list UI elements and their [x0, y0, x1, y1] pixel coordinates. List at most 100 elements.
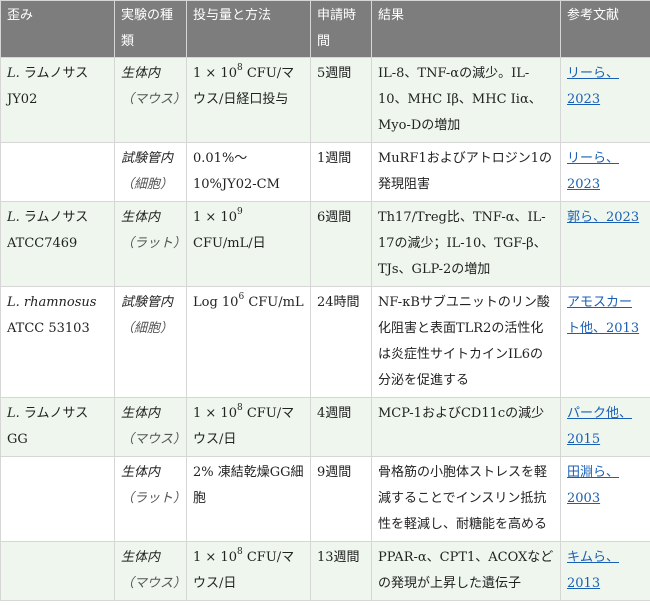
dose-cell: 1 × 109 CFU/mL/日 [186, 201, 311, 287]
duration-cell: 1週間 [310, 142, 372, 202]
result-cell: 骨格筋の小胞体ストレスを軽減することでインスリン抵抗性を軽減し、耐糖能を高める [371, 456, 561, 542]
dose-exponent: 6 [238, 291, 245, 302]
reference-link[interactable]: キムら、2013 [567, 550, 619, 591]
dose-base: 1 × 10 [193, 66, 237, 81]
result-cell: PPAR-α、CPT1、ACOXなどの発現が上昇した遺伝子 [371, 541, 561, 601]
experiment-type: 生体内 [121, 210, 161, 225]
strain-genus: L. [7, 406, 20, 421]
dose-exponent: 9 [236, 206, 243, 217]
strain-cell: L. rhamnosus ATCC 53103 [0, 286, 115, 398]
dose-base: 2% 凍結乾燥GG細胞 [193, 465, 304, 506]
duration-cell: 24時間 [310, 286, 372, 398]
result-cell: NF-κBサブユニットのリン酸化阻害と表面TLR2の活性化は炎症性サイトカインI… [371, 286, 561, 398]
reference-link[interactable]: アモスカート他、2013 [567, 295, 639, 336]
experiment-subject: （細胞） [121, 177, 174, 192]
experiment-type-cell: 生体内 （マウス） [114, 397, 187, 457]
dose-cell: Log 106 CFU/mL [186, 286, 311, 398]
dose-cell: 0.01%～10%JY02-CM [186, 142, 311, 202]
strain-cell [0, 456, 115, 542]
duration-cell: 6週間 [310, 201, 372, 287]
table-row: 試験管内 （細胞） 0.01%～10%JY02-CM 1週間 MuRF1およびアト… [0, 142, 650, 202]
strain-genus: L. [7, 66, 20, 81]
experiment-subject: （細胞） [121, 321, 174, 336]
reference-link[interactable]: 田淵ら、2003 [567, 465, 619, 506]
duration-cell: 4週間 [310, 397, 372, 457]
dose-exponent: 8 [236, 402, 243, 413]
experiment-type-cell: 生体内 （マウス） [114, 57, 187, 143]
strain-name: ラムノサスJY02 [7, 66, 89, 107]
strain-name: ラムノサスATCC7469 [7, 210, 89, 251]
header-results: 結果 [371, 0, 561, 58]
dose-exponent: 8 [236, 62, 243, 73]
reference-cell: キムら、2013 [560, 541, 650, 601]
reference-link[interactable]: 郭ら、2023 [567, 210, 639, 225]
strain-name: ATCC 53103 [7, 321, 90, 336]
dose-base: 1 × 10 [193, 210, 237, 225]
dose-base: Log 10 [193, 295, 239, 310]
result-cell: MuRF1およびアトロジン1の発現阻害 [371, 142, 561, 202]
header-experiment-type: 実験の種類 [114, 0, 187, 58]
strain-cell: L. ラムノサスJY02 [0, 57, 115, 143]
reference-link[interactable]: パーク他、2015 [567, 406, 632, 447]
strain-cell: L. ラムノサスGG [0, 397, 115, 457]
experiment-type: 試験管内 [121, 295, 174, 310]
dose-base: 1 × 10 [193, 406, 237, 421]
dose-base: 0.01%～10%JY02-CM [193, 151, 280, 192]
experiment-type: 試験管内 [121, 151, 174, 166]
header-strain: 歪み [0, 0, 115, 58]
dose-cell: 1 × 108 CFU/マウス/日経口投与 [186, 57, 311, 143]
experiment-type-cell: 生体内 （ラット） [114, 201, 187, 287]
dose-cell: 1 × 108 CFU/マウス/日 [186, 397, 311, 457]
dose-unit: CFU/mL/日 [193, 236, 266, 251]
experiment-subject: （ラット） [121, 236, 187, 251]
duration-cell: 13週間 [310, 541, 372, 601]
dose-base: 1 × 10 [193, 550, 237, 565]
reference-cell: アモスカート他、2013 [560, 286, 650, 398]
table-row: L. ラムノサスJY02 生体内 （マウス） 1 × 108 CFU/マウス/日経… [0, 57, 650, 143]
strain-genus: L. rhamnosus [7, 295, 97, 310]
strain-name: ラムノサスGG [7, 406, 89, 447]
experiment-type-cell: 生体内 （マウス） [114, 541, 187, 601]
header-duration: 申請時間 [310, 0, 372, 58]
experiment-subject: （マウス） [121, 432, 187, 447]
experiment-subject: （マウス） [121, 92, 187, 107]
results-table: 歪み 実験の種類 投与量と方法 申請時間 結果 参考文献 L. ラムノサスJY0… [0, 0, 650, 601]
experiment-type-cell: 生体内 （ラット） [114, 456, 187, 542]
reference-cell: 田淵ら、2003 [560, 456, 650, 542]
table-row: L. ラムノサスATCC7469 生体内 （ラット） 1 × 109 CFU/mL… [0, 201, 650, 287]
table-row: L. rhamnosus ATCC 53103 試験管内 （細胞） Log 106 … [0, 286, 650, 398]
table-row: L. ラムノサスGG 生体内 （マウス） 1 × 108 CFU/マウス/日 4週… [0, 397, 650, 457]
strain-cell [0, 142, 115, 202]
experiment-type: 生体内 [121, 66, 161, 81]
reference-link[interactable]: リーら、2023 [567, 66, 619, 107]
table-row: 生体内 （ラット） 2% 凍結乾燥GG細胞 9週間 骨格筋の小胞体ストレスを軽減す… [0, 456, 650, 542]
experiment-type-cell: 試験管内 （細胞） [114, 286, 187, 398]
experiment-type-cell: 試験管内 （細胞） [114, 142, 187, 202]
strain-cell [0, 541, 115, 601]
header-dose-method: 投与量と方法 [186, 0, 311, 58]
reference-cell: リーら、2023 [560, 57, 650, 143]
dose-unit: CFU/mL [244, 295, 304, 310]
reference-link[interactable]: リーら、2023 [567, 151, 619, 192]
experiment-subject: （マウス） [121, 576, 187, 591]
result-cell: MCP-1およびCD11cの減少 [371, 397, 561, 457]
duration-cell: 9週間 [310, 456, 372, 542]
table-row: 生体内 （マウス） 1 × 108 CFU/マウス/日 13週間 PPAR-α、C… [0, 541, 650, 601]
experiment-type: 生体内 [121, 406, 161, 421]
strain-genus: L. [7, 210, 20, 225]
dose-cell: 2% 凍結乾燥GG細胞 [186, 456, 311, 542]
reference-cell: リーら、2023 [560, 142, 650, 202]
reference-cell: 郭ら、2023 [560, 201, 650, 287]
duration-cell: 5週間 [310, 57, 372, 143]
experiment-type: 生体内 [121, 550, 161, 565]
experiment-subject: （ラット） [121, 491, 187, 506]
header-row: 歪み 実験の種類 投与量と方法 申請時間 結果 参考文献 [0, 0, 650, 58]
result-cell: IL-8、TNF-αの減少。IL-10、MHC Iβ、MHC Iiα、Myo-D… [371, 57, 561, 143]
reference-cell: パーク他、2015 [560, 397, 650, 457]
dose-exponent: 8 [236, 546, 243, 557]
strain-cell: L. ラムノサスATCC7469 [0, 201, 115, 287]
header-references: 参考文献 [560, 0, 650, 58]
result-cell: Th17/Treg比、TNF-α、IL-17の減少；IL-10、TGF-β、TJ… [371, 201, 561, 287]
dose-cell: 1 × 108 CFU/マウス/日 [186, 541, 311, 601]
experiment-type: 生体内 [121, 465, 161, 480]
